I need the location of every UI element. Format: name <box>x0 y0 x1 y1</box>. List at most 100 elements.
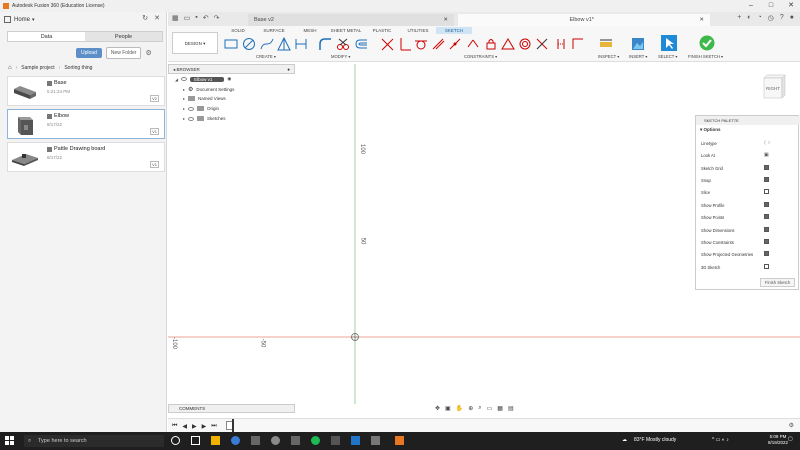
save-icon[interactable]: ▪ <box>195 14 197 22</box>
file-card-pattle-drawing-board[interactable]: Pattle Drawing board 8/17/22 V1 <box>7 142 165 172</box>
taskbar-clock[interactable]: 5:08 PM 8/19/2022 <box>768 434 788 446</box>
home-icon[interactable]: ⌂ <box>8 65 12 71</box>
select-group-label[interactable]: SELECT ▾ <box>658 54 677 59</box>
tab-utilities[interactable]: UTILITIES <box>400 27 436 34</box>
weather-icon[interactable]: ☁ <box>622 437 627 443</box>
tab-sketch[interactable]: SKETCH <box>436 27 472 34</box>
timeline-marker[interactable] <box>232 419 234 432</box>
vscode-icon[interactable] <box>351 436 360 445</box>
viewports-icon[interactable]: ▤ <box>508 405 514 412</box>
show-dimensions-checkbox[interactable] <box>764 227 769 232</box>
pin-icon[interactable]: ● <box>287 65 290 74</box>
look-at-icon[interactable]: ▣ <box>445 405 451 412</box>
refresh-icon[interactable]: ↻ <box>142 14 148 22</box>
tree-item[interactable]: ▸ Origin <box>183 106 219 111</box>
finish-sketch-button[interactable]: Finish Sketch <box>760 278 795 287</box>
eye-icon[interactable] <box>181 77 188 81</box>
display-settings-icon[interactable]: ▭ <box>487 405 493 412</box>
modify-group-label[interactable]: MODIFY ▾ <box>331 54 350 59</box>
app-grid-icon[interactable]: ▦ <box>172 14 179 22</box>
rectangle-icon[interactable] <box>224 37 238 51</box>
file-card-base[interactable]: Base 5:21:24 PM V2 <box>7 76 165 106</box>
widgets-icon[interactable] <box>191 436 200 445</box>
tangent-icon[interactable] <box>414 37 428 51</box>
version-badge[interactable]: V1 <box>150 128 159 135</box>
tab-elbow[interactable]: Elbow v1* ✕ <box>458 14 710 26</box>
midpoint-icon[interactable] <box>535 37 549 51</box>
comments-panel[interactable]: COMMENTS <box>168 404 295 413</box>
viewcube[interactable]: RIGHT <box>761 72 787 102</box>
chevron-down-icon[interactable]: ▾ <box>32 17 35 23</box>
circle-icon[interactable] <box>242 37 256 51</box>
linetype-icon[interactable]: ⟨ ○ <box>764 140 770 146</box>
onenote-icon[interactable] <box>291 436 300 445</box>
finish-sketch-label[interactable]: FINISH SKETCH ▾ <box>688 54 723 59</box>
zoom-icon[interactable]: ⊕ <box>468 405 473 412</box>
parallel-icon[interactable] <box>554 37 568 51</box>
avatar[interactable]: ● <box>790 14 794 22</box>
close-panel-icon[interactable]: ✕ <box>154 14 160 22</box>
workspace-dropdown[interactable]: DESIGN ▾ <box>172 32 218 54</box>
mirror-icon[interactable] <box>294 37 308 51</box>
notifications-icon[interactable]: ▢ <box>788 436 793 442</box>
root-component-label[interactable]: Elbow v1 <box>190 76 225 82</box>
windows-start-icon[interactable] <box>5 436 14 445</box>
zoom-window-icon[interactable]: ⌕ <box>478 405 481 412</box>
snap-checkbox[interactable] <box>764 177 769 182</box>
extensions-icon[interactable]: ◐ <box>747 14 751 22</box>
task-view-icon[interactable] <box>171 436 180 445</box>
fix-icon[interactable] <box>484 37 498 51</box>
taskbar-search-input[interactable]: ⌕ Type here to search <box>24 435 164 447</box>
concentric-icon[interactable] <box>518 37 532 51</box>
tab-data[interactable]: Data <box>8 32 85 41</box>
step-forward-icon[interactable]: ▶ <box>202 423 207 430</box>
chevron-down-icon[interactable]: ◂ <box>173 67 175 72</box>
tree-root[interactable]: ◢ Elbow v1 ◉ <box>175 76 231 82</box>
tray-icons[interactable]: ^ ▭ ◐ ♪ <box>712 437 729 443</box>
show-constraints-checkbox[interactable] <box>764 239 769 244</box>
maximize-icon[interactable]: □ <box>764 0 778 12</box>
help-icon[interactable]: ? <box>780 14 784 22</box>
grid-icon[interactable]: ▦ <box>497 405 503 412</box>
offset-icon[interactable] <box>354 37 368 51</box>
options-section[interactable]: ▾ Options <box>700 127 721 133</box>
measure-icon[interactable] <box>599 37 613 51</box>
select-icon[interactable] <box>661 35 677 51</box>
trim-icon[interactable] <box>336 37 350 51</box>
play-icon[interactable]: ▶ <box>192 423 197 430</box>
edge-icon[interactable] <box>231 436 240 445</box>
tab-solid[interactable]: SOLID <box>220 27 256 34</box>
tab-base[interactable]: Base v2 ✕ <box>248 14 454 26</box>
file-explorer-icon[interactable] <box>211 436 220 445</box>
perpendicular-icon[interactable] <box>398 37 412 51</box>
tab-mesh[interactable]: MESH <box>292 27 328 34</box>
photos-icon[interactable] <box>251 436 260 445</box>
skip-end-icon[interactable]: ⏭ <box>211 423 216 430</box>
version-badge[interactable]: V1 <box>150 161 159 168</box>
breadcrumb-folder[interactable]: Sorting thing <box>64 65 92 71</box>
close-icon[interactable]: ✕ <box>784 0 798 12</box>
close-icon[interactable]: ✕ <box>443 14 448 26</box>
minimize-icon[interactable]: – <box>744 0 758 12</box>
triangle-icon[interactable] <box>277 37 291 51</box>
weather-status[interactable]: 83°F Mostly cloudy <box>634 437 676 443</box>
file-card-elbow[interactable]: Elbow 8/17/22 V1 <box>7 109 165 139</box>
redo-icon[interactable]: ↷ <box>214 14 220 22</box>
tab-surface[interactable]: SURFACE <box>256 27 292 34</box>
horizontal-vertical-icon[interactable] <box>431 37 445 51</box>
orbit-icon[interactable]: ✥ <box>435 405 440 412</box>
create-group-label[interactable]: CREATE ▾ <box>256 54 276 59</box>
new-tab-icon[interactable]: + <box>737 14 741 22</box>
tree-item[interactable]: ▸ ⚙ Document Settings <box>183 86 234 93</box>
fusion-taskbar-icon[interactable] <box>395 436 404 445</box>
sketch-grid-checkbox[interactable] <box>764 165 769 170</box>
tab-sheet-metal[interactable]: SHEET METAL <box>328 27 364 34</box>
browser-panel-header[interactable]: ◂ BROWSER ● <box>168 64 295 74</box>
tab-people[interactable]: People <box>85 32 162 41</box>
notifications-icon[interactable]: ◷ <box>768 14 774 22</box>
app-icon[interactable] <box>371 436 380 445</box>
spline-icon[interactable] <box>260 37 274 51</box>
home-dropdown[interactable]: Home <box>14 17 30 23</box>
coincident-icon[interactable] <box>380 37 394 51</box>
constraints-group-label[interactable]: CONSTRAINTS ▾ <box>464 54 497 59</box>
